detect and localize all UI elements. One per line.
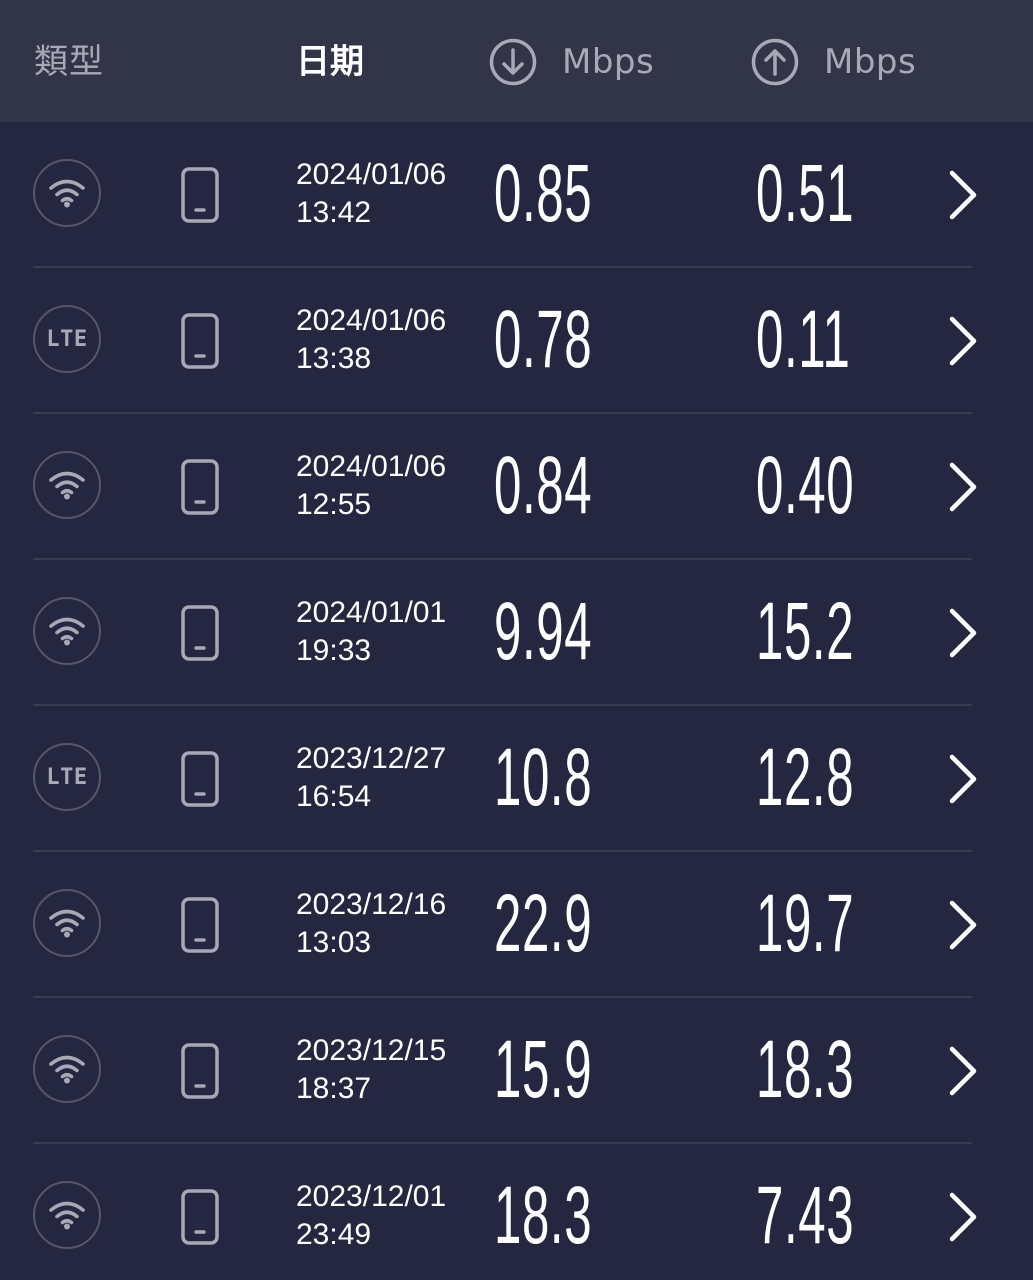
wifi-icon <box>48 1200 86 1230</box>
lte-label: LTE <box>46 764 88 790</box>
chevron-right-icon[interactable] <box>946 898 980 952</box>
result-time: 12:55 <box>296 488 372 521</box>
result-row-5[interactable]: LTE 2023/12/27 16:54 10.8 12.8 <box>0 706 1033 852</box>
result-datetime: 2023/12/01 23:49 <box>296 1178 446 1254</box>
result-row-6[interactable]: 2023/12/16 13:03 22.9 19.7 <box>0 852 1033 998</box>
result-time: 13:38 <box>296 342 372 375</box>
speedtest-history-screen: 類型 日期 Mbps Mbps 2024/01/06 13:42 0.85 0.… <box>0 0 1033 1280</box>
lte-badge: LTE <box>33 305 101 373</box>
wifi-icon <box>48 908 86 938</box>
column-header-download[interactable]: Mbps <box>488 38 654 86</box>
result-date: 2024/01/06 <box>296 158 447 191</box>
result-date: 2024/01/06 <box>296 304 447 337</box>
result-row-1[interactable]: 2024/01/06 13:42 0.85 0.51 <box>0 122 1033 268</box>
download-speed-value: 0.78 <box>494 294 593 385</box>
result-row-8[interactable]: 2023/12/01 23:49 18.3 7.43 <box>0 1144 1033 1280</box>
phone-icon <box>180 604 220 662</box>
download-speed-value: 10.8 <box>494 732 593 823</box>
column-header-date[interactable]: 日期 <box>296 40 364 84</box>
phone-icon <box>180 312 220 370</box>
result-datetime: 2023/12/16 13:03 <box>296 886 446 962</box>
wifi-badge <box>33 889 101 957</box>
upload-speed-value: 0.40 <box>756 440 855 531</box>
result-datetime: 2024/01/01 19:33 <box>296 594 446 670</box>
upload-speed-value: 7.43 <box>756 1170 855 1261</box>
chevron-right-icon[interactable] <box>946 168 980 222</box>
wifi-icon <box>48 470 86 500</box>
results-header: 類型 日期 Mbps Mbps <box>0 0 1033 122</box>
result-row-3[interactable]: 2024/01/06 12:55 0.84 0.40 <box>0 414 1033 560</box>
download-speed-value: 15.9 <box>494 1024 593 1115</box>
upload-speed-value: 0.11 <box>756 294 851 385</box>
download-speed-value: 0.85 <box>494 148 593 239</box>
upload-speed-value: 19.7 <box>756 878 855 969</box>
result-datetime: 2024/01/06 12:55 <box>296 448 446 524</box>
wifi-badge <box>33 451 101 519</box>
result-time: 16:54 <box>296 780 372 813</box>
lte-badge: LTE <box>33 743 101 811</box>
phone-icon <box>180 1042 220 1100</box>
chevron-right-icon[interactable] <box>946 1044 980 1098</box>
result-date: 2023/12/16 <box>296 888 447 921</box>
download-speed-value: 0.84 <box>494 440 593 531</box>
upload-speed-value: 12.8 <box>756 732 855 823</box>
upload-speed-value: 18.3 <box>756 1024 855 1115</box>
result-row-2[interactable]: LTE 2024/01/06 13:38 0.78 0.11 <box>0 268 1033 414</box>
wifi-badge <box>33 597 101 665</box>
wifi-icon <box>48 616 86 646</box>
result-datetime: 2024/01/06 13:42 <box>296 156 446 232</box>
chevron-right-icon[interactable] <box>946 606 980 660</box>
result-date: 2023/12/15 <box>296 1034 447 1067</box>
result-time: 23:49 <box>296 1218 372 1251</box>
chevron-right-icon[interactable] <box>946 460 980 514</box>
column-header-type[interactable]: 類型 <box>34 40 104 84</box>
download-speed-value: 9.94 <box>494 586 593 677</box>
phone-icon <box>180 458 220 516</box>
upload-speed-value: 15.2 <box>756 586 855 677</box>
wifi-badge <box>33 1181 101 1249</box>
result-datetime: 2023/12/15 18:37 <box>296 1032 446 1108</box>
result-row-7[interactable]: 2023/12/15 18:37 15.9 18.3 <box>0 998 1033 1144</box>
chevron-right-icon[interactable] <box>946 314 980 368</box>
download-arrow-icon <box>488 37 538 87</box>
column-header-upload[interactable]: Mbps <box>750 38 916 86</box>
chevron-right-icon[interactable] <box>946 1190 980 1244</box>
chevron-right-icon[interactable] <box>946 752 980 806</box>
result-date: 2024/01/01 <box>296 596 447 629</box>
result-row-4[interactable]: 2024/01/01 19:33 9.94 15.2 <box>0 560 1033 706</box>
upload-speed-value: 0.51 <box>756 148 855 239</box>
download-speed-value: 22.9 <box>494 878 593 969</box>
download-unit-label: Mbps <box>562 42 655 82</box>
result-time: 18:37 <box>296 1072 372 1105</box>
wifi-icon <box>48 178 86 208</box>
result-datetime: 2024/01/06 13:38 <box>296 302 446 378</box>
result-time: 19:33 <box>296 634 372 667</box>
upload-arrow-icon <box>750 37 800 87</box>
result-date: 2023/12/27 <box>296 742 447 775</box>
phone-icon <box>180 1188 220 1246</box>
download-speed-value: 18.3 <box>494 1170 593 1261</box>
wifi-icon <box>48 1054 86 1084</box>
result-time: 13:03 <box>296 926 372 959</box>
result-time: 13:42 <box>296 196 372 229</box>
phone-icon <box>180 750 220 808</box>
phone-icon <box>180 166 220 224</box>
result-date: 2024/01/06 <box>296 450 447 483</box>
upload-unit-label: Mbps <box>824 42 917 82</box>
wifi-badge <box>33 1035 101 1103</box>
result-datetime: 2023/12/27 16:54 <box>296 740 446 816</box>
results-list: 2024/01/06 13:42 0.85 0.51 LTE 2024/01/0… <box>0 122 1033 1280</box>
phone-icon <box>180 896 220 954</box>
result-date: 2023/12/01 <box>296 1180 447 1213</box>
lte-label: LTE <box>46 326 88 352</box>
wifi-badge <box>33 159 101 227</box>
